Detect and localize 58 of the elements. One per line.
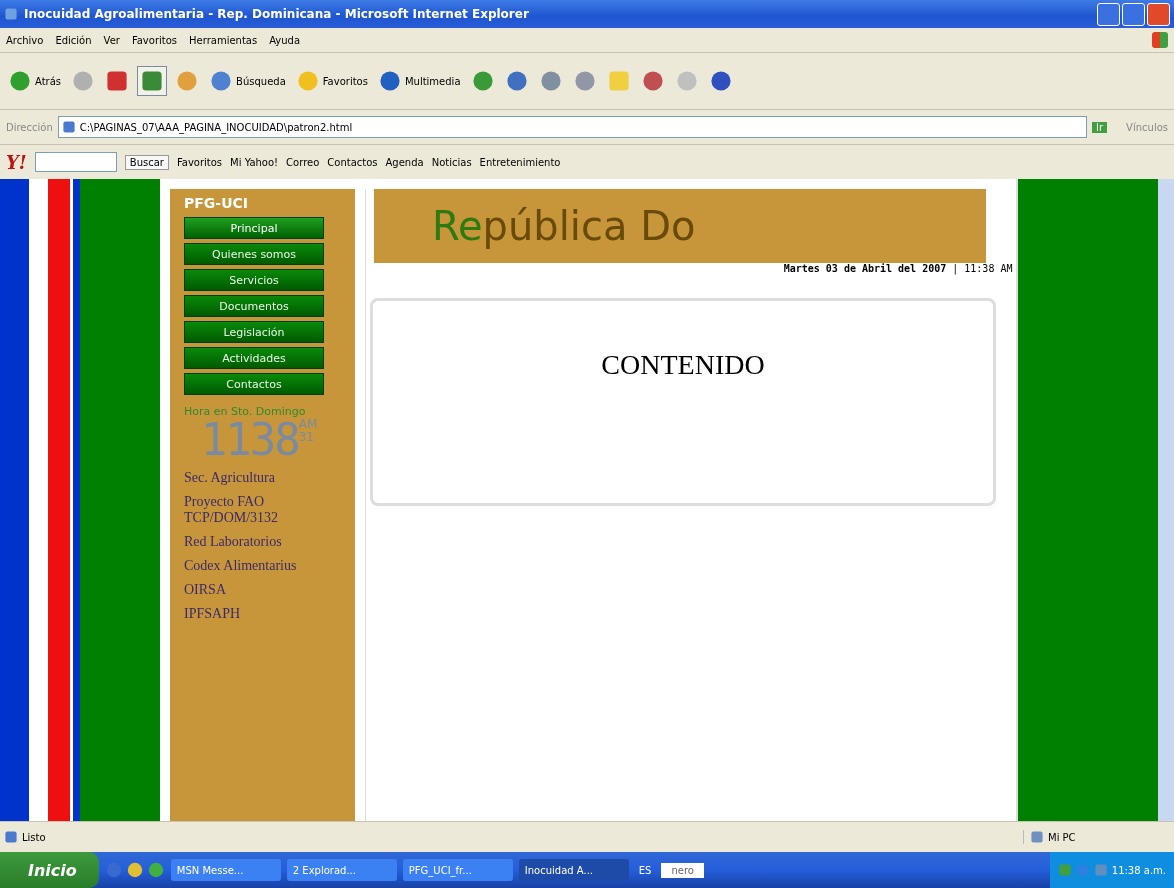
- sidebar-link[interactable]: Sec. Agricultura: [184, 470, 344, 486]
- banner-text: República Do: [432, 203, 696, 249]
- toolbar-link[interactable]: Correo: [286, 156, 320, 168]
- search-field[interactable]: [34, 152, 117, 172]
- site-title: PFG-UCI: [184, 195, 249, 211]
- taskbar-button[interactable]: MSN Messe...: [170, 859, 281, 881]
- sidebar-link[interactable]: Proyecto FAO TCP/DOM/3132: [184, 494, 344, 526]
- nav-button[interactable]: Documentos: [184, 295, 324, 317]
- window-title: Inocuidad Agroalimentaria - Rep. Dominicana - Microsoft Internet Explorer: [24, 7, 530, 21]
- menu-item[interactable]: Archivo: [6, 34, 44, 46]
- language-indicator[interactable]: ES: [634, 864, 656, 876]
- status-text: Listo: [4, 830, 1023, 844]
- nav-button[interactable]: Actividades: [184, 347, 324, 369]
- toolbar-link[interactable]: Agenda: [385, 156, 424, 168]
- address-label: Dirección: [6, 121, 53, 133]
- sidebar-link[interactable]: IPFSAPH: [184, 606, 344, 622]
- content-heading: CONTENIDO: [601, 349, 765, 382]
- menu-item[interactable]: Herramientas: [189, 34, 258, 46]
- yahoo-logo: Y!: [6, 151, 27, 173]
- zone-text: Mi PC: [1023, 830, 1170, 844]
- maximize-button[interactable]: [1122, 2, 1145, 26]
- address-field[interactable]: C:\PAGINAS_07\AAA_PAGINA_INOCUIDAD\patron2.html: [57, 116, 1088, 138]
- toolbar-link[interactable]: Favoritos: [176, 156, 223, 168]
- links-label: Vínculos: [1126, 121, 1168, 133]
- sidebar-link[interactable]: Red Laboratorios: [184, 534, 344, 550]
- clock-ampm: AM: [298, 418, 318, 431]
- back-button[interactable]: Atrás: [6, 67, 64, 95]
- toolbar-link[interactable]: Mi Yahoo!: [230, 156, 279, 168]
- menu-item[interactable]: Ver: [103, 34, 120, 46]
- clock-caption: Hora en Sto. Domingo: [184, 405, 307, 418]
- nav-button[interactable]: Legislación: [184, 321, 324, 343]
- toolbar-link[interactable]: Contactos: [327, 156, 378, 168]
- tray-clock: 11:38 a.m.: [1111, 864, 1166, 876]
- toolbar-link[interactable]: Entretenimiento: [479, 156, 561, 168]
- minimize-button[interactable]: [1097, 2, 1120, 26]
- sidebar-link[interactable]: Codex Alimentarius: [184, 558, 344, 574]
- nav-button[interactable]: Principal: [184, 217, 324, 239]
- favorites-button[interactable]: Favoritos: [293, 67, 370, 95]
- menu-item[interactable]: Edición: [55, 34, 92, 46]
- nav-button[interactable]: Servicios: [184, 269, 324, 291]
- nav-button[interactable]: Contactos: [184, 373, 324, 395]
- menu-item[interactable]: Ayuda: [269, 34, 301, 46]
- menu-item[interactable]: Favoritos: [131, 34, 178, 46]
- media-button[interactable]: Multimedia: [375, 67, 463, 95]
- sidebar-link[interactable]: OIRSA: [184, 582, 344, 598]
- clock-digits: 1138: [200, 418, 299, 462]
- search-button[interactable]: Búsqueda: [207, 67, 288, 95]
- nero-logo: nero: [661, 862, 704, 878]
- taskbar-button[interactable]: Inocuidad A...: [518, 859, 629, 881]
- search-button[interactable]: Buscar: [124, 154, 169, 170]
- close-button[interactable]: [1147, 2, 1170, 26]
- clock-seconds: 31: [298, 431, 315, 445]
- nav-button[interactable]: Quienes somos: [184, 243, 324, 265]
- taskbar-button[interactable]: 2 Explorad...: [286, 859, 397, 881]
- start-button[interactable]: Inicio: [0, 852, 99, 888]
- taskbar-button[interactable]: PFG_UCI_fr...: [402, 859, 513, 881]
- toolbar-link[interactable]: Noticias: [431, 156, 472, 168]
- date-line: Martes 03 de Abril del 2007 | 11:38 AM: [782, 263, 1013, 274]
